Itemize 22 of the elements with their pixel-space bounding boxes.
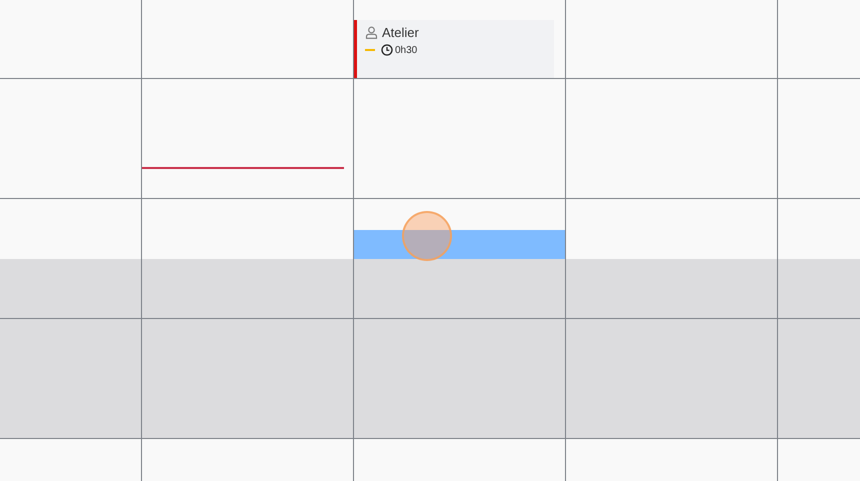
time-slot[interactable]: [142, 20, 354, 79]
click-indicator: [402, 211, 452, 261]
time-slot[interactable]: [0, 139, 142, 199]
time-slot[interactable]: [566, 259, 778, 319]
time-slot[interactable]: [354, 199, 566, 259]
time-slot[interactable]: [0, 20, 142, 79]
time-slot[interactable]: [354, 259, 566, 319]
time-slot[interactable]: [142, 139, 354, 199]
selected-slot[interactable]: [354, 230, 565, 260]
time-slot[interactable]: [354, 379, 566, 439]
time-slot[interactable]: [0, 259, 142, 319]
time-slot[interactable]: [0, 379, 142, 439]
event-duration: 0h30: [395, 44, 418, 56]
person-icon: [365, 26, 378, 38]
time-slot[interactable]: [142, 379, 354, 439]
time-slot[interactable]: [142, 259, 354, 319]
time-slot[interactable]: [566, 20, 778, 79]
event-title: Atelier: [382, 24, 419, 40]
time-slot[interactable]: [566, 379, 778, 439]
clock-icon: [381, 44, 393, 56]
time-slot[interactable]: [566, 139, 778, 199]
time-slot[interactable]: [354, 139, 566, 199]
